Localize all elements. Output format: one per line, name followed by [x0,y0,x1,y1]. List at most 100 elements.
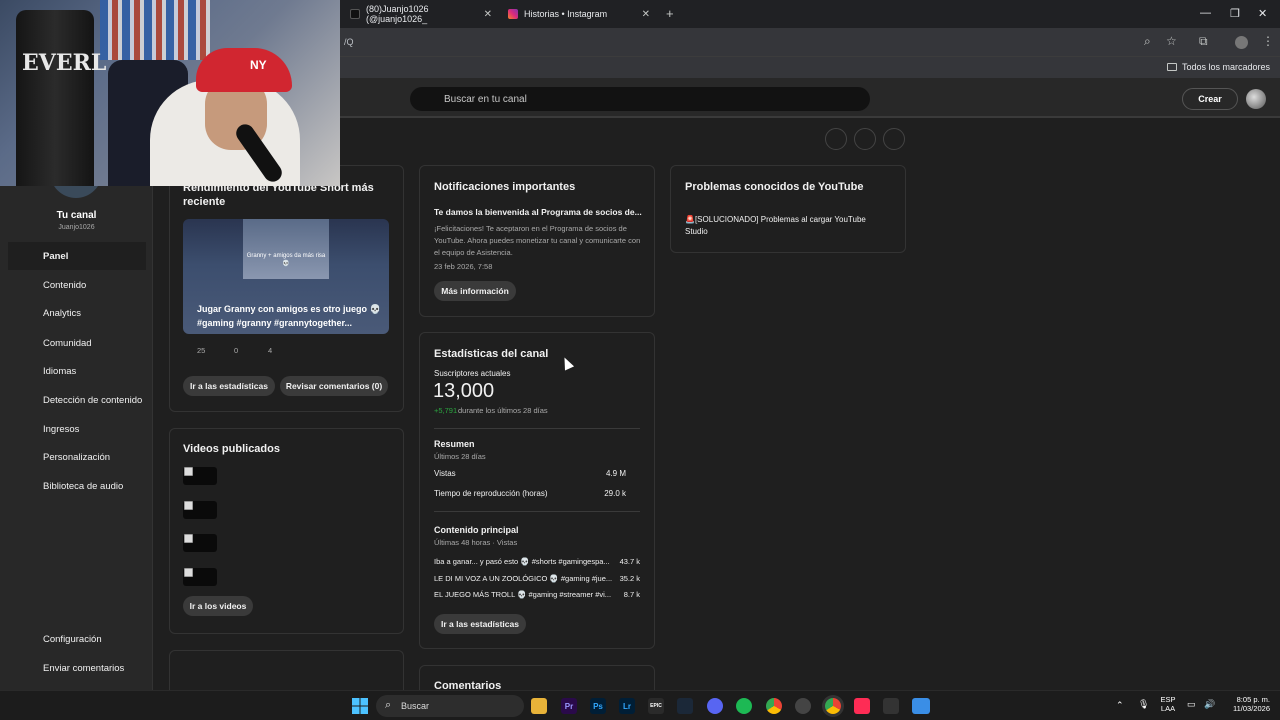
epic-games-icon[interactable]: EPIC [648,698,664,714]
top-content-item[interactable]: LE DI MI VOZ A UN ZOOLÓGICO 💀 #gaming #j… [434,574,642,583]
app-icon[interactable] [883,698,899,714]
summary-row-watch-time: Tiempo de reproducción (horas) 29.0 k [434,489,640,498]
restore-button[interactable]: ❐ [1230,7,1240,20]
windows-taskbar: ⌕ Buscar Pr Ps Lr EPIC ⌃ 🎙 ESP LAA ▭ 🔊 8… [0,690,1280,720]
review-comments-button[interactable]: Revisar comentarios (0) [280,376,388,396]
sidebar-item-audio-library[interactable]: Biblioteca de audio [8,472,146,500]
divider [434,511,640,512]
premiere-icon[interactable]: Pr [561,698,577,714]
notifications-title: Notificaciones importantes [434,181,576,193]
tab-label: Historias • Instagram [524,9,608,19]
account-avatar[interactable] [1246,89,1266,109]
channel-stats-title: Estadísticas del canal [434,348,549,360]
top-content-item[interactable]: Iba a ganar... y pasó esto 💀 #shorts #ga… [434,557,642,566]
close-tab-icon[interactable]: ✕ [484,9,492,20]
sidebar-item-content-detection[interactable]: Detección de contenido [8,386,146,414]
summary-period: Últimos 28 días [434,452,486,461]
create-button[interactable]: Crear [1182,88,1238,110]
extensions-icon[interactable]: ⧉ [1199,34,1208,49]
new-tab-button[interactable]: + [666,6,674,21]
clock-date: 11/03/2026 [1233,704,1270,713]
chrome-icon[interactable] [766,698,782,714]
short-thumbnail[interactable]: Granny + amigos da más risa 💀 Jugar Gran… [183,219,389,334]
menu-icon[interactable]: ⋮ [1262,34,1274,48]
create-post-button[interactable] [883,128,905,150]
sidebar-item-content[interactable]: Contenido [8,271,146,299]
url-text[interactable]: /Q [344,37,354,47]
webcam-overlay: EVERL NY [0,0,340,186]
known-issues-title: Problemas conocidos de YouTube [685,181,864,193]
taskbar-search[interactable]: ⌕ Buscar [376,695,524,717]
broken-image-icon [184,501,193,510]
channel-search-input[interactable]: Buscar en tu canal [410,87,870,111]
broken-image-icon [184,467,193,476]
item-views: 35.2 k [619,574,640,583]
all-bookmarks[interactable]: Todos los marcadores [1166,62,1270,72]
network-icon[interactable]: ▭ [1187,699,1196,710]
chrome-active-icon[interactable] [825,698,841,714]
show-hidden-icons[interactable]: ⌃ [1116,700,1124,711]
language-indicator[interactable]: ESP LAA [1158,695,1178,713]
upload-video-button[interactable] [825,128,847,150]
short-stats-button[interactable]: Ir a las estadísticas [183,376,275,396]
close-window-button[interactable]: ✕ [1258,7,1267,20]
volume-icon[interactable]: 🔊 [1204,699,1215,710]
tab-label: (80)Juanjo1026 (@juanjo1026_ [365,4,429,24]
profile-icon[interactable] [1235,36,1248,49]
row-label: Vistas [434,469,456,478]
channel-stats-button[interactable]: Ir a las estadísticas [434,614,526,634]
taskbar-search-label: Buscar [401,701,430,711]
discord-icon[interactable] [707,698,723,714]
notification-headline[interactable]: Te damos la bienvenida al Programa de so… [434,207,644,217]
video-thumbnail[interactable] [183,568,217,586]
broken-image-icon [184,534,193,543]
photos-icon[interactable] [912,698,930,714]
tiktok-app-icon[interactable] [854,698,870,714]
bookmark-star-icon[interactable]: ☆ [1166,34,1177,48]
instagram-icon [508,9,518,19]
tab-instagram[interactable]: Historias • Instagram ✕ [508,4,650,24]
windows-start-icon[interactable] [352,698,368,714]
sidebar-item-customization[interactable]: Personalización [8,443,146,471]
subscribers-delta-text: durante los últimos 28 días [458,406,548,415]
known-issues-card [670,165,906,253]
close-tab-icon[interactable]: ✕ [642,9,650,20]
microphone-icon[interactable]: 🎙 [1138,699,1149,710]
file-explorer-icon[interactable] [531,698,547,714]
clock[interactable]: 8:05 p. m. 11/03/2026 [1222,695,1270,713]
video-thumbnail[interactable] [183,501,217,519]
zoom-icon[interactable]: ⌕ [1144,34,1151,49]
item-views: 8.7 k [623,590,640,599]
sidebar-item-languages[interactable]: Idiomas [8,357,146,385]
sidebar-item-panel[interactable]: Panel [8,242,146,270]
thumbnail-image [243,219,329,279]
divider [434,428,640,429]
video-thumbnail[interactable] [183,534,217,552]
go-live-button[interactable] [854,128,876,150]
tab-tiktok[interactable]: (80)Juanjo1026 (@juanjo1026_ ✕ [350,4,492,24]
top-content-item[interactable]: EL JUEGO MÁS TROLL 💀 #gaming #streamer #… [434,590,642,599]
go-to-videos-button[interactable]: Ir a los videos [183,596,253,616]
sidebar-item-analytics[interactable]: Analytics [8,299,146,327]
next-card-partial [169,650,404,690]
minimize-button[interactable]: — [1200,7,1211,19]
sidebar-item-send-feedback[interactable]: Enviar comentarios [8,654,146,682]
short-comments-count: 0 [234,346,239,355]
lang-bottom: LAA [1160,704,1176,713]
sidebar-item-community[interactable]: Comunidad [8,329,146,357]
item-title: EL JUEGO MÁS TROLL 💀 #gaming #streamer #… [434,590,612,599]
video-thumbnail[interactable] [183,467,217,485]
app-icon[interactable] [795,698,811,714]
known-issue-item[interactable]: 🚨[SOLUCIONADO] Problemas al cargar YouTu… [685,214,875,238]
lightroom-icon[interactable]: Lr [619,698,635,714]
punching-bag: EVERL [16,10,106,186]
spotify-icon[interactable] [736,698,752,714]
more-info-button[interactable]: Más información [434,281,516,301]
cap-logo: NY [250,58,267,72]
item-views: 43.7 k [619,557,640,566]
sidebar-item-settings[interactable]: Configuración [8,625,146,653]
sidebar-item-earn[interactable]: Ingresos [8,415,146,443]
steam-icon[interactable] [677,698,693,714]
photoshop-icon[interactable]: Ps [590,698,606,714]
bag-logo-text: EVERL [22,50,107,76]
